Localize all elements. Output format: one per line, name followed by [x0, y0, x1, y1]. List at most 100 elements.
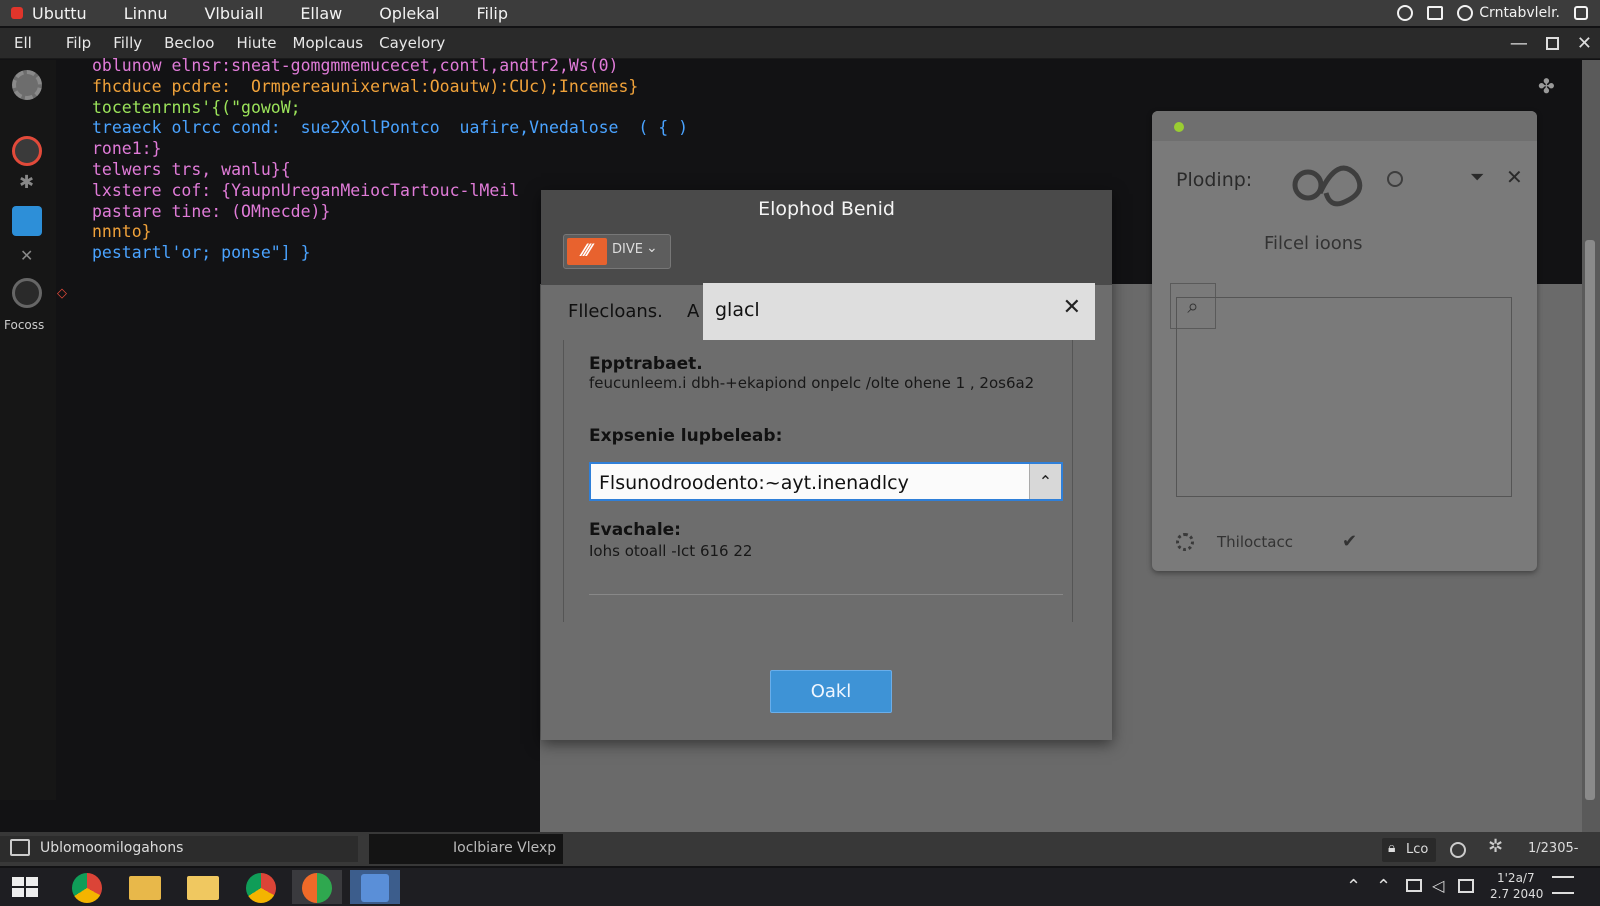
field3-value: Iohs otoall -Ict 616 22 [589, 542, 753, 560]
search-results-box[interactable] [1176, 297, 1512, 497]
topbar-item-4[interactable]: Ellaw [300, 4, 342, 23]
top-panel: Ubuttu Linnu Vlbuiall Ellaw Oplekal Fili… [0, 0, 1600, 26]
code-line: treaeck olrcc cond: sue2XollPontco uafir… [92, 118, 689, 138]
volume-icon[interactable]: ◁ [1432, 876, 1444, 895]
chevron-down-icon: ⌄ [646, 240, 658, 256]
status-gear-icon[interactable]: ✲ [1488, 836, 1503, 857]
menu-item-4[interactable]: Becloo [164, 34, 214, 52]
field1-label: Epptrabaet. [589, 354, 703, 374]
menu-item-3[interactable]: Filly [113, 34, 142, 52]
ubuntu-logo-icon[interactable] [11, 7, 23, 19]
active-app-icon[interactable] [350, 870, 400, 904]
scrollbar-thumb[interactable] [1585, 240, 1595, 800]
menu-item-6[interactable]: Moplcaus [293, 34, 364, 52]
topbar-item-3[interactable]: Vlbuiall [204, 4, 263, 23]
expense-combobox[interactable]: Flsunodroodento:~ayt.inenadlcy ⌃ [589, 462, 1063, 501]
tag-icon: ⁄⁄⁄ [567, 238, 607, 265]
notifications-icon[interactable] [1552, 876, 1574, 894]
topbar-item-1[interactable]: Ubuttu [32, 4, 87, 23]
dialog-title: Elophod Benid [758, 198, 895, 220]
taskbar: ⌃ ⌃ ◁ 1'2a/7 2.7 2040 [0, 868, 1600, 906]
chrome-icon[interactable] [236, 870, 286, 904]
menu-item-2[interactable]: Filp [66, 34, 91, 52]
menu-bar: Ell Filp Filly Becloo Hiute Moplcaus Cay… [0, 28, 1600, 59]
diamond-icon: ◇ [57, 286, 67, 301]
clock-time[interactable]: 1'2a/7 [1497, 871, 1535, 885]
menu-item-7[interactable]: Cayelory [379, 34, 445, 52]
wifi-icon[interactable]: ⏷ [1470, 167, 1484, 188]
clear-input-icon[interactable]: ✕ [1063, 295, 1081, 320]
status-middle-label: Ioclbiare Vlexp [453, 840, 557, 856]
minus-circle-icon[interactable] [1387, 171, 1403, 187]
code-line: fhcduce pcdre: Ormpereaunixerwal:Ooautw)… [92, 76, 639, 96]
side-panel-header [1152, 111, 1537, 141]
lock-icon: 🔒︎ [1388, 840, 1396, 856]
left-rail: ✱ ✕ ◇ Focoss [0, 60, 67, 800]
network-icon[interactable]: ⌃ [1376, 876, 1391, 897]
settings-small-icon[interactable] [1176, 533, 1194, 551]
focus-label: Focoss [4, 318, 45, 332]
status-bar: Ublomoomilogahons Ioclbiare Vlexp 🔒︎ Lco… [0, 832, 1600, 866]
field3-label: Evachale: [589, 520, 681, 540]
loop-icon [1286, 163, 1376, 213]
topbar-item-6[interactable]: Filip [476, 4, 508, 23]
chrome-icon[interactable] [62, 870, 112, 904]
chevron-up-icon[interactable]: ⌃ [1346, 876, 1361, 897]
screen-icon[interactable] [1427, 6, 1444, 20]
dialog-window: Elophod Benid ⁄⁄⁄ DIVE ⌄ Fllecloans. A g… [541, 190, 1112, 740]
edge-icon[interactable] [292, 870, 342, 904]
chat-icon[interactable] [12, 136, 42, 166]
menu-item-1[interactable]: Ell [14, 34, 32, 52]
close-icon[interactable]: ✕ [1577, 33, 1592, 54]
side-panel: Plodinp: ⏷ ✕ Filcel ioons ⌕ Thiloctacc ✔ [1152, 111, 1537, 571]
code-line: rone1:} [92, 139, 162, 159]
files-icon[interactable] [120, 870, 170, 904]
chevron-up-icon[interactable]: ⌃ [1029, 464, 1061, 499]
minimize-icon[interactable]: — [1510, 33, 1528, 54]
clock-icon[interactable] [1397, 5, 1414, 21]
close-small-icon[interactable]: ✕ [20, 246, 33, 265]
maximize-icon[interactable] [1545, 36, 1559, 50]
topbar-item-5[interactable]: Oplekal [379, 4, 439, 23]
status-middle[interactable]: Ioclbiare Vlexp [369, 834, 563, 864]
puzzle-icon[interactable]: ✤ [1538, 74, 1555, 98]
ok-button[interactable]: Oakl [770, 670, 892, 713]
topbar-item-2[interactable]: Linnu [124, 4, 168, 23]
side-panel-subtitle: Filcel ioons [1264, 233, 1363, 254]
status-left-label: Ublomoomilogahons [40, 840, 184, 856]
status-dot-icon [1174, 122, 1184, 132]
user-label[interactable]: Crntabvlelr. [1479, 5, 1560, 21]
power-icon[interactable] [1457, 5, 1474, 21]
side-panel-footer-label[interactable]: Thiloctacc [1217, 533, 1293, 551]
menu-item-5[interactable]: Hiute [236, 34, 276, 52]
image-app-icon[interactable] [12, 206, 42, 236]
asterisk-icon[interactable]: ✱ [19, 172, 34, 193]
code-line: telwers trs, wanlu}{ [92, 159, 291, 179]
status-lock[interactable]: 🔒︎ Lco [1382, 838, 1436, 862]
folder-icon[interactable] [178, 870, 228, 904]
tab-label[interactable]: Fllecloans. [568, 301, 663, 322]
field1-value: feucunleem.i dbh-+ekapiond onpelc /olte … [589, 374, 1035, 392]
settings-icon[interactable] [1574, 6, 1588, 20]
code-line: oblunow elnsr:sneat-gomgmmemucecet,contl… [92, 56, 619, 75]
panel-close-icon[interactable]: ✕ [1506, 165, 1523, 189]
tag-label: DIVE [612, 242, 643, 257]
shield-check-icon[interactable]: ✔ [1342, 531, 1357, 552]
monitor-icon[interactable] [1406, 879, 1422, 892]
status-circle-icon[interactable] [1450, 842, 1466, 858]
clock-date[interactable]: 2.7 2040 [1490, 887, 1543, 901]
tag-dropdown-button[interactable]: ⁄⁄⁄ DIVE ⌄ [563, 234, 671, 269]
battery-icon[interactable] [1458, 879, 1474, 893]
combobox-value: Flsunodroodento:~ayt.inenadlcy [599, 472, 909, 494]
status-time: 1/2305- [1528, 841, 1579, 856]
gear-icon[interactable] [12, 70, 42, 100]
dialog-header: Elophod Benid ⁄⁄⁄ DIVE ⌄ [541, 190, 1112, 285]
tab-search-value: glacl [715, 299, 760, 321]
tab-search-input[interactable]: glacl ✕ [703, 283, 1095, 340]
windows-start-icon[interactable] [12, 877, 40, 899]
code-line: tocetenrnns'{("gowoW; [92, 97, 301, 117]
status-lock-label: Lco [1406, 842, 1429, 857]
tab-a-label[interactable]: A [687, 301, 699, 322]
status-left[interactable]: Ublomoomilogahons [0, 836, 358, 862]
focus-icon[interactable] [12, 278, 42, 308]
